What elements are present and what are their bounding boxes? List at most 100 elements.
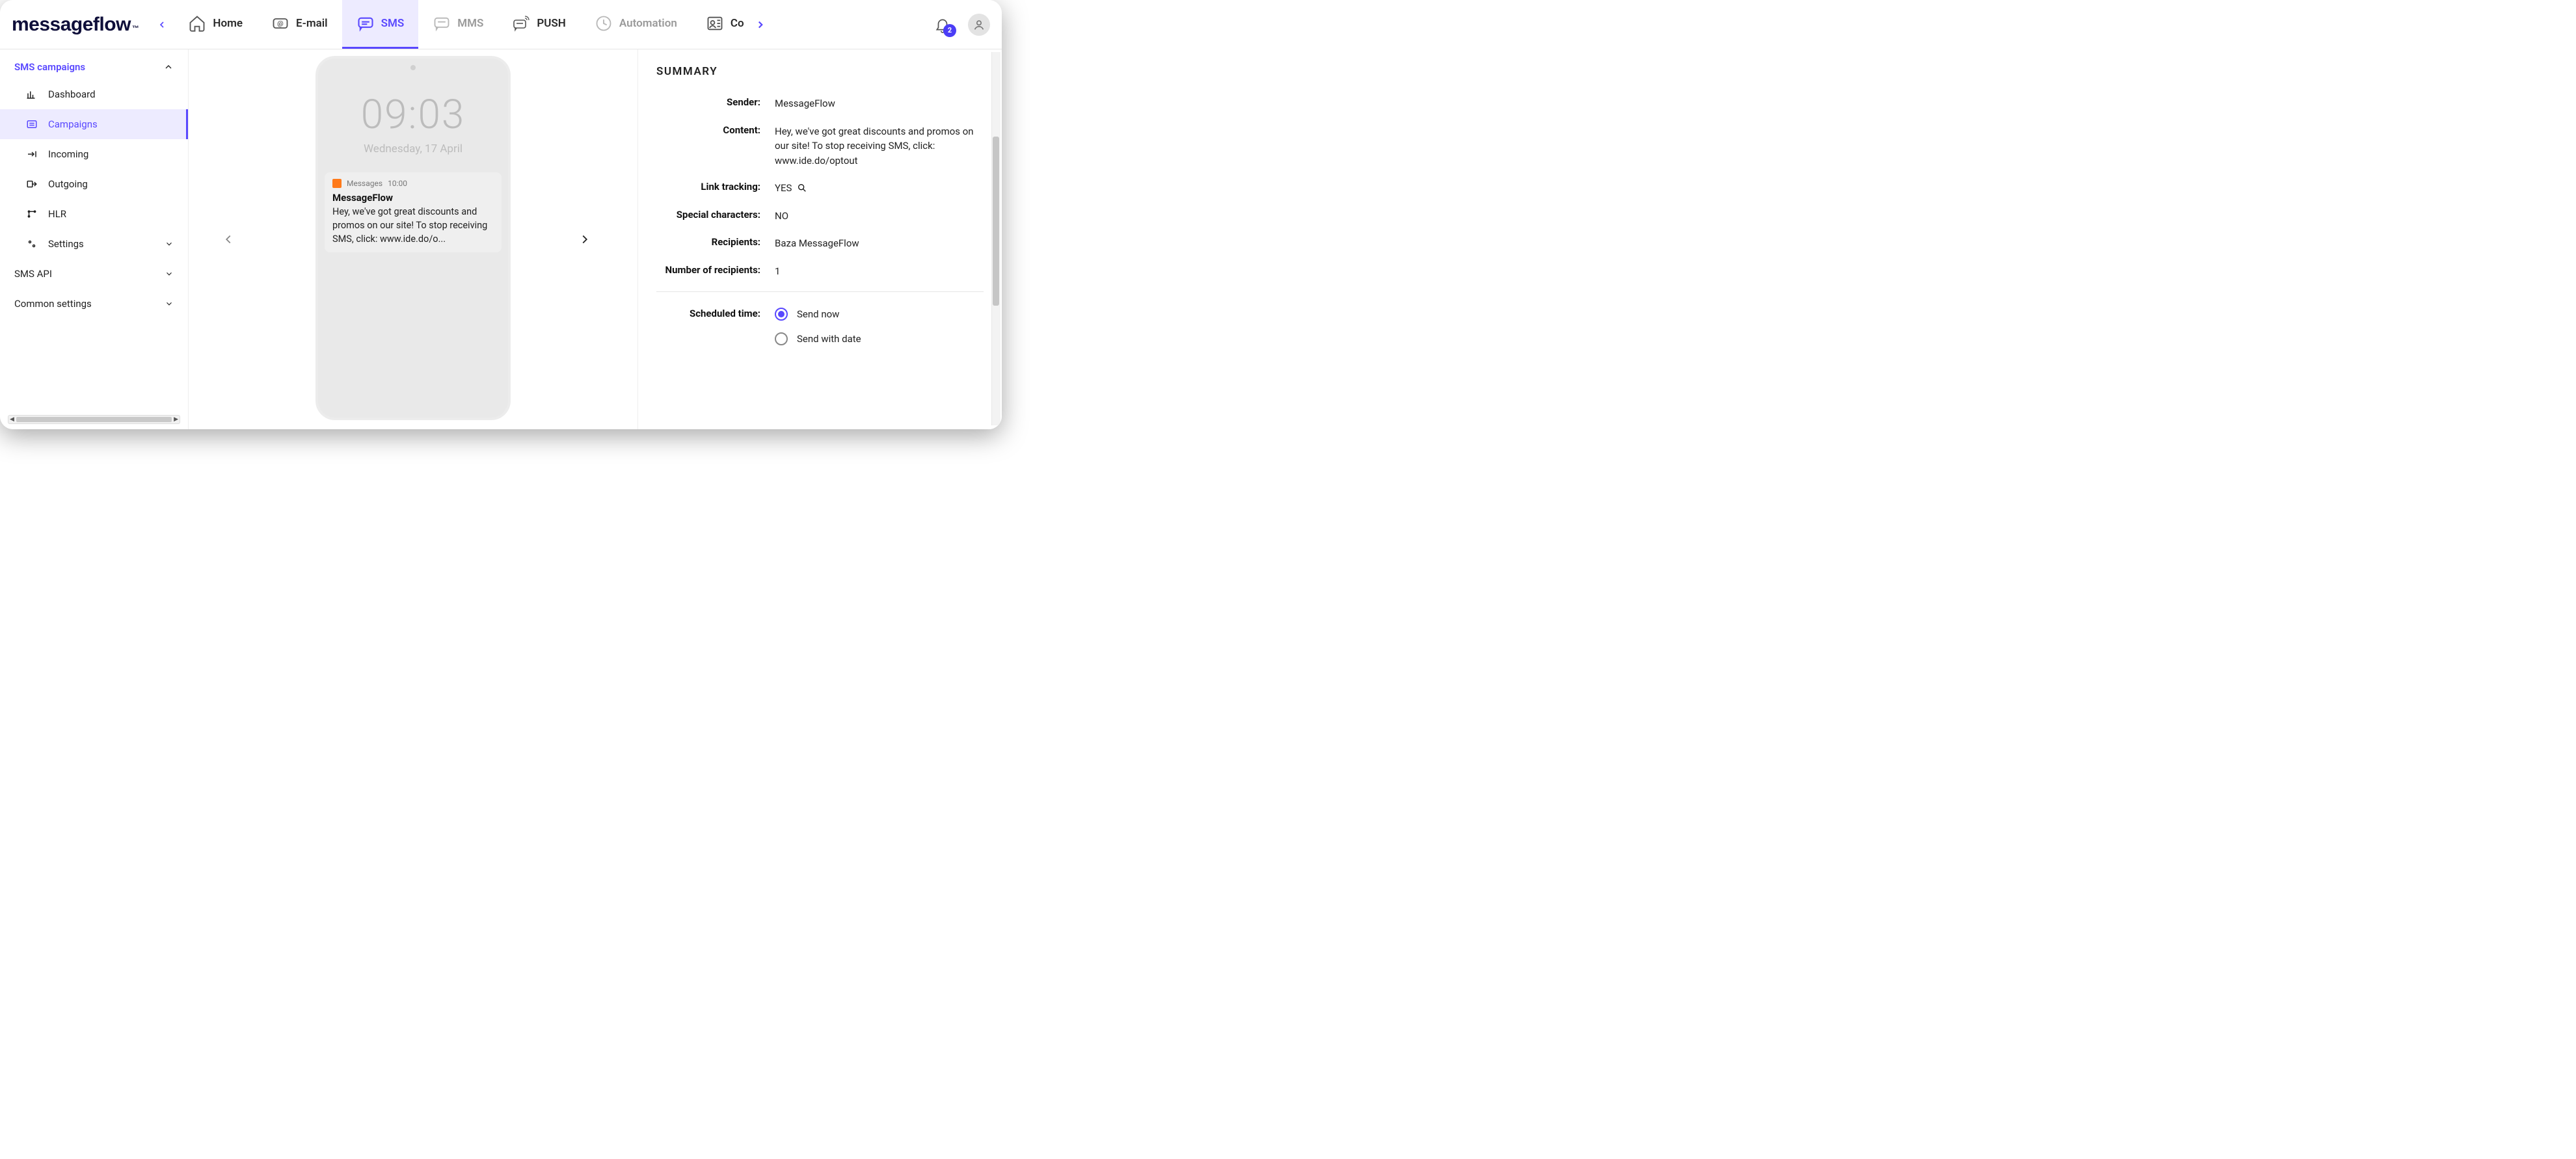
chevron-down-icon bbox=[165, 239, 174, 248]
sidebar-item-incoming[interactable]: Incoming bbox=[0, 139, 188, 169]
chevron-down-icon bbox=[165, 269, 174, 278]
content-area: 09:03 Wednesday, 17 April Messages 10:00… bbox=[189, 49, 1002, 429]
chevron-down-icon bbox=[165, 299, 174, 308]
scrollbar-thumb[interactable] bbox=[993, 137, 999, 306]
sidebar-item-settings[interactable]: Settings bbox=[0, 229, 188, 259]
mms-icon bbox=[433, 14, 451, 33]
summary-value: NO bbox=[775, 209, 984, 224]
scrollbar-thumb[interactable] bbox=[16, 417, 172, 422]
summary-label: Sender: bbox=[656, 96, 760, 108]
preview-prev-button[interactable] bbox=[215, 226, 242, 253]
messages-app-icon bbox=[332, 179, 342, 188]
phone-notch bbox=[410, 65, 416, 70]
schedule-option-now[interactable]: Send now bbox=[775, 308, 984, 321]
nav-push[interactable]: PUSH bbox=[498, 0, 580, 49]
topbar: messageflow ™ Home @ E-mail bbox=[0, 0, 1002, 49]
summary-value: 1 bbox=[775, 264, 984, 279]
sidebar-section-common-settings[interactable]: Common settings bbox=[0, 289, 188, 319]
chevron-up-icon bbox=[163, 62, 174, 72]
dashboard-icon bbox=[25, 88, 39, 100]
notifications-button[interactable]: 2 bbox=[934, 16, 951, 33]
nav-scroll-left[interactable] bbox=[150, 13, 174, 36]
nav-automation[interactable]: Automation bbox=[580, 0, 691, 49]
automation-icon bbox=[595, 14, 613, 33]
preview-next-button[interactable] bbox=[571, 226, 598, 253]
vertical-scrollbar[interactable] bbox=[991, 52, 1000, 425]
summary-panel: SUMMARY Sender: MessageFlow Content: Hey… bbox=[637, 49, 1002, 429]
nav-email[interactable]: @ E-mail bbox=[257, 0, 342, 49]
nav-sms[interactable]: SMS bbox=[342, 0, 419, 49]
scroll-left-icon: ◀ bbox=[10, 416, 14, 423]
nav-mms[interactable]: MMS bbox=[418, 0, 498, 49]
push-icon bbox=[512, 14, 530, 33]
summary-value: YES bbox=[775, 181, 984, 196]
notification-sender: MessageFlow bbox=[332, 192, 494, 204]
nav-home-label: Home bbox=[213, 17, 243, 30]
summary-row-scheduled: Scheduled time: Send now Send with date bbox=[656, 308, 984, 357]
user-icon bbox=[972, 18, 986, 32]
sidebar-item-label: HLR bbox=[48, 208, 66, 220]
nav-scroll-right[interactable] bbox=[748, 19, 773, 31]
sidebar-section-label: SMS API bbox=[14, 268, 52, 280]
logo: messageflow ™ bbox=[12, 14, 150, 36]
app-window: messageflow ™ Home @ E-mail bbox=[0, 0, 1002, 429]
sidebar-item-label: Incoming bbox=[48, 148, 88, 160]
sidebar-item-label: Dashboard bbox=[48, 88, 96, 100]
hlr-icon bbox=[25, 208, 39, 220]
phone-clock: 09:03 bbox=[318, 91, 508, 139]
nav-automation-label: Automation bbox=[619, 17, 677, 30]
summary-label: Recipients: bbox=[656, 236, 760, 248]
main-body: SMS campaigns Dashboard Campaigns bbox=[0, 49, 1002, 429]
notification-header: Messages 10:00 bbox=[332, 179, 494, 188]
summary-title: SUMMARY bbox=[656, 65, 984, 78]
link-tracking-value: YES bbox=[775, 181, 792, 196]
nav-home[interactable]: Home bbox=[174, 0, 257, 49]
top-nav: Home @ E-mail SMS MMS bbox=[174, 0, 747, 49]
user-avatar[interactable] bbox=[968, 14, 990, 36]
summary-label: Number of recipients: bbox=[656, 264, 760, 276]
sidebar-item-outgoing[interactable]: Outgoing bbox=[0, 169, 188, 199]
nav-contacts[interactable]: Co bbox=[691, 0, 748, 49]
nav-contacts-label: Co bbox=[731, 17, 744, 30]
summary-label: Scheduled time: bbox=[656, 308, 760, 319]
svg-text:@: @ bbox=[277, 20, 283, 28]
sidebar-item-label: Campaigns bbox=[48, 118, 98, 130]
radio-unselected-icon bbox=[775, 332, 788, 345]
summary-row-link-tracking: Link tracking: YES bbox=[656, 181, 984, 196]
notification-body: Hey, we've got great discounts and promo… bbox=[332, 205, 494, 246]
campaigns-icon bbox=[25, 118, 39, 130]
nav-sms-label: SMS bbox=[381, 17, 405, 30]
notifications-badge: 2 bbox=[943, 24, 956, 37]
sidebar-section-sms-campaigns[interactable]: SMS campaigns bbox=[0, 49, 188, 79]
sidebar-item-dashboard[interactable]: Dashboard bbox=[0, 79, 188, 109]
summary-value: MessageFlow bbox=[775, 96, 984, 111]
sidebar-item-label: Outgoing bbox=[48, 178, 88, 190]
notification-time: 10:00 bbox=[388, 179, 407, 188]
logo-trademark: ™ bbox=[132, 25, 139, 33]
sidebar-horizontal-scrollbar[interactable]: ◀ ▶ bbox=[8, 415, 180, 424]
settings-icon bbox=[25, 238, 39, 250]
schedule-now-label: Send now bbox=[797, 308, 839, 320]
sms-icon bbox=[356, 14, 375, 33]
nav-push-label: PUSH bbox=[537, 17, 565, 30]
summary-value: Hey, we've got great discounts and promo… bbox=[775, 124, 984, 168]
sidebar-section-sms-api[interactable]: SMS API bbox=[0, 259, 188, 289]
contacts-icon bbox=[706, 14, 724, 33]
nav-email-label: E-mail bbox=[296, 17, 328, 30]
phone-preview: 09:03 Wednesday, 17 April Messages 10:00… bbox=[315, 56, 511, 420]
notification-app-name: Messages bbox=[347, 179, 382, 188]
sidebar: SMS campaigns Dashboard Campaigns bbox=[0, 49, 189, 429]
logo-text: messageflow bbox=[12, 14, 131, 36]
nav-mms-label: MMS bbox=[457, 17, 483, 30]
summary-label: Special characters: bbox=[656, 209, 760, 220]
schedule-date-label: Send with date bbox=[797, 333, 861, 345]
magnifier-icon[interactable] bbox=[797, 183, 807, 193]
schedule-option-date[interactable]: Send with date bbox=[775, 332, 984, 345]
sidebar-item-campaigns[interactable]: Campaigns bbox=[0, 109, 188, 139]
email-icon: @ bbox=[271, 14, 289, 33]
sidebar-item-hlr[interactable]: HLR bbox=[0, 199, 188, 229]
summary-label: Content: bbox=[656, 124, 760, 136]
summary-row-num-recipients: Number of recipients: 1 bbox=[656, 264, 984, 279]
radio-selected-icon bbox=[775, 308, 788, 321]
sidebar-section-label: SMS campaigns bbox=[14, 61, 85, 73]
